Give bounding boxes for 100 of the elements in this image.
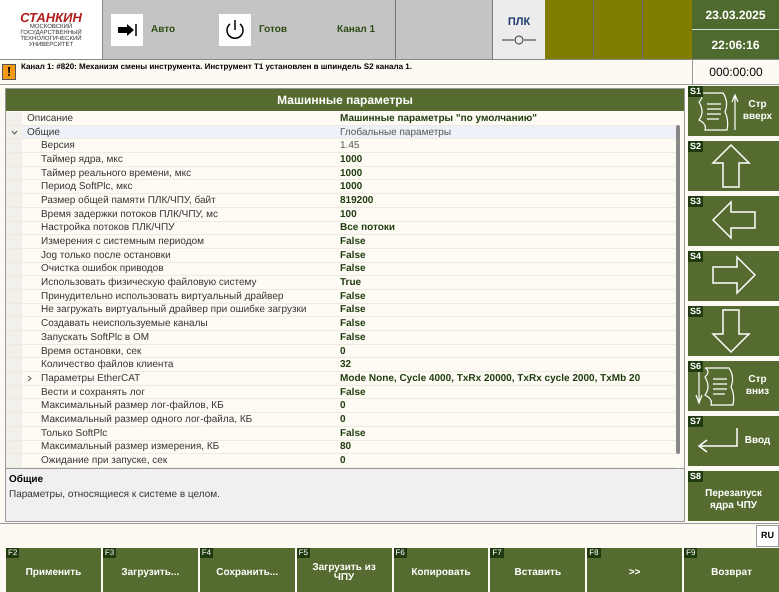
property-row[interactable]: Размер общей памяти ПЛК/ЧПУ, байт 819200: [6, 194, 676, 208]
property-name: Время остановки, сек: [40, 344, 142, 359]
softkey-button[interactable]: S2: [688, 141, 779, 191]
property-value: 1000: [339, 180, 364, 194]
status-cell: [594, 0, 643, 59]
softkey-label: Стр вниз: [744, 374, 770, 398]
property-value: False: [339, 386, 367, 400]
softkey-label: Ввод: [744, 434, 772, 448]
key-label: F8: [587, 548, 601, 558]
function-key-button[interactable]: F7 Вставить: [490, 548, 586, 592]
property-value: Глобальные параметры: [339, 126, 452, 140]
property-value: False: [339, 248, 367, 263]
property-value: False: [339, 330, 367, 345]
property-value: Все потоки: [339, 221, 396, 236]
property-name: Jog только после остановки: [40, 248, 172, 263]
softkey-label: Стр вверх: [742, 98, 772, 124]
chevron-right-icon[interactable]: [26, 374, 32, 382]
property-row[interactable]: Версия 1.45: [6, 139, 676, 154]
function-key-label: Загрузить...: [120, 568, 180, 578]
chevron-down-icon[interactable]: [10, 128, 18, 136]
property-value: 0: [339, 344, 347, 359]
status-cell: [545, 0, 594, 59]
function-key-label: Возврат: [710, 568, 753, 578]
softkey-button[interactable]: S7 Ввод: [688, 416, 779, 466]
property-row[interactable]: Максимальный размер одного лог-файла, КБ 0: [6, 413, 676, 427]
key-label: F2: [6, 548, 20, 558]
softkey-button[interactable]: S6 Стр вниз: [688, 361, 779, 411]
property-value: 1.45: [339, 139, 360, 154]
property-row[interactable]: Описание Машинные параметры "по умолчанию": [6, 112, 676, 126]
property-name: Создавать неиспользуемые каналы: [40, 317, 209, 332]
function-key-button[interactable]: F3 Загрузить...: [102, 548, 198, 592]
property-row[interactable]: Время остановки, сек 0: [6, 344, 676, 358]
property-name: Период SoftPlc, мкс: [40, 180, 134, 194]
property-row[interactable]: Количество файлов клиента 32: [6, 358, 676, 372]
property-value: True: [339, 276, 362, 290]
property-row[interactable]: Очистка ошибок приводов False: [6, 262, 676, 276]
property-row[interactable]: Не загружать виртуальный драйвер при ошибке загрузки False: [6, 304, 676, 318]
function-key-button[interactable]: F8 >>: [587, 548, 682, 592]
key-label: F3: [102, 548, 116, 558]
function-key-button[interactable]: F6 Копировать: [394, 548, 488, 592]
function-key-button[interactable]: F4 Сохранить...: [200, 548, 295, 592]
function-key-label: Применить: [24, 568, 82, 578]
language-indicator[interactable]: RU: [756, 525, 779, 547]
property-row[interactable]: Запускать SoftPlc в ОМ False: [6, 331, 676, 345]
property-row[interactable]: Таймер ядра, мкс 1000: [6, 153, 676, 167]
function-key-button[interactable]: F5 Загрузить из ЧПУ: [296, 548, 392, 592]
property-row[interactable]: Принудительно использовать виртуальный драйвер False: [6, 290, 676, 304]
function-key-button[interactable]: F2 Применить: [6, 548, 101, 592]
key-label: F9: [684, 548, 698, 558]
key-label: S3: [688, 196, 704, 207]
property-row[interactable]: Параметры EtherCAT Mode None, Cycle 4000, TxRx 20000, TxRx cycle 2000, TxMb 20: [6, 372, 676, 386]
property-row[interactable]: Период SoftPlc, мкс 1000: [6, 180, 676, 194]
property-value: Машинные параметры "по умолчанию": [339, 112, 538, 126]
property-row[interactable]: Максимальный размер лог-файлов, КБ 0: [6, 399, 676, 414]
property-value: False: [339, 235, 367, 250]
property-value: False: [339, 290, 367, 304]
channel-label: Канал 1: [337, 23, 376, 37]
softkey-button[interactable]: S4: [688, 251, 779, 301]
property-name: Описание: [26, 112, 74, 126]
property-row[interactable]: Создавать неиспользуемые каналы False: [6, 317, 676, 331]
contact-icon: [501, 34, 537, 45]
property-value: 32: [339, 358, 352, 372]
function-key-label: Загрузить из ЧПУ: [311, 563, 377, 583]
property-name: Измерения с системным периодом: [40, 235, 206, 250]
property-row[interactable]: Время задержки потоков ПЛК/ЧПУ, мс 100: [6, 208, 676, 222]
property-row[interactable]: Ожидание при запуске, сек 0: [6, 454, 676, 468]
power-icon: [219, 14, 251, 46]
property-row[interactable]: Настройка потоков ПЛК/ЧПУ Все потоки: [6, 222, 676, 236]
property-value: False: [339, 303, 367, 318]
property-row[interactable]: Максимальный размер измерения, КБ 80: [6, 440, 676, 454]
property-name: Вести и сохранять лог: [40, 386, 146, 400]
function-key-label: Копировать: [410, 568, 472, 578]
property-name: Только SoftPlc: [40, 426, 108, 441]
warning-icon: !: [2, 64, 16, 80]
property-name: Максимальный размер одного лог-файла, КБ: [40, 412, 254, 427]
timer-display: 000:00:00: [692, 60, 779, 84]
property-row[interactable]: Измерения с системным периодом False: [6, 235, 676, 249]
key-label: F6: [394, 548, 407, 558]
property-value: 0: [339, 412, 347, 427]
scrollbar[interactable]: [676, 125, 680, 454]
message-text: Канал 1: #820: Механизм смены инструмента. Инструмент T1 установлен в шпиндель S2 канала 1.: [20, 61, 413, 73]
property-name: Время задержки потоков ПЛК/ЧПУ, мс: [40, 208, 219, 222]
property-row[interactable]: Только SoftPlc False: [6, 426, 676, 440]
softkey-button[interactable]: S1 Стр вверх: [688, 86, 779, 136]
key-label: S6: [688, 361, 704, 372]
property-value: 100: [339, 208, 358, 222]
function-key-button[interactable]: F9 Возврат: [684, 548, 779, 592]
property-row[interactable]: Вести и сохранять лог False: [6, 386, 676, 400]
property-row[interactable]: Использовать физическую файловую систему True: [6, 276, 676, 290]
key-label: F5: [296, 548, 310, 558]
property-row[interactable]: Таймер реального времени, мкс 1000: [6, 166, 676, 180]
softkey-button[interactable]: S8 Перезапуск ядра ЧПУ: [688, 471, 779, 521]
property-name: Версия: [40, 139, 76, 154]
property-name: Принудительно использовать виртуальный драйвер: [40, 290, 284, 304]
property-name: Максимальный размер лог-файлов, КБ: [40, 399, 225, 414]
property-name: Настройка потоков ПЛК/ЧПУ: [40, 221, 176, 236]
property-row[interactable]: Jog только после остановки False: [6, 248, 676, 263]
softkey-button[interactable]: S5: [688, 306, 779, 356]
property-row[interactable]: Общие Глобальные параметры: [6, 126, 676, 140]
softkey-button[interactable]: S3: [688, 196, 779, 246]
